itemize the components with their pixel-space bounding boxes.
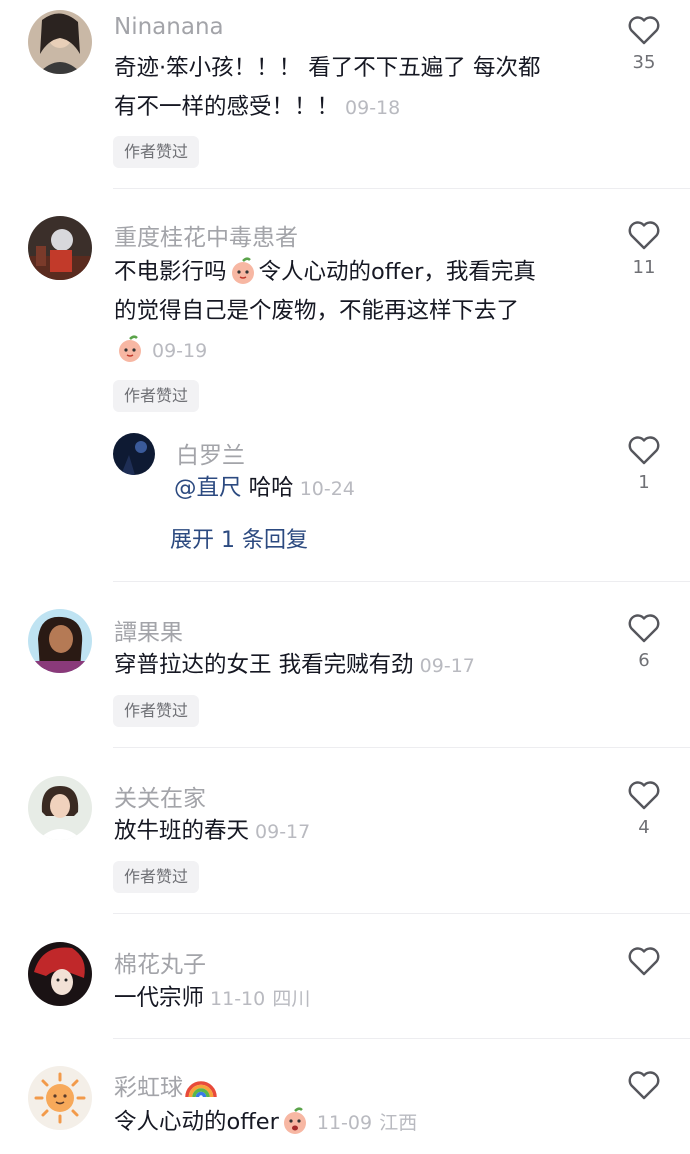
mention-link[interactable]: @直尺: [174, 475, 242, 501]
reply-username[interactable]: 白罗兰: [176, 436, 245, 470]
author-liked-badge: 作者赞过: [113, 380, 200, 412]
rainbow-emoji: [185, 1069, 217, 1099]
comment-text: 奇迹·笨小孩！！！ 看了不下五遍了 每次都: [114, 55, 541, 81]
heart-outline-icon: [628, 947, 660, 976]
username[interactable]: 彩虹球: [114, 1068, 219, 1102]
expand-replies-link[interactable]: 展开 1 条回复: [170, 522, 308, 554]
comment-text: 放牛班的春天 09-17: [114, 818, 311, 844]
like-count: 11: [632, 257, 656, 278]
comment-text: 09-19: [114, 330, 207, 371]
like-button[interactable]: [616, 945, 672, 977]
avatar[interactable]: [28, 1066, 92, 1130]
comment-text: 一代宗师 11-10 四川: [114, 985, 311, 1011]
heart-outline-icon: [628, 16, 660, 45]
comment-text: 不电影行吗 令人心动的offer，我看完真: [114, 257, 536, 285]
peach-face-emoji: [116, 335, 144, 363]
author-liked-badge: 作者赞过: [113, 695, 200, 727]
username[interactable]: Ninanana: [114, 14, 224, 40]
comment-date: 09-19: [152, 340, 208, 362]
heart-outline-icon: [628, 781, 660, 810]
comment-date: 09-17: [255, 821, 311, 843]
comment-location: 四川: [272, 988, 311, 1010]
like-count: 35: [632, 52, 656, 73]
peach-face-emoji: [281, 1107, 309, 1135]
author-liked-badge: 作者赞过: [113, 136, 200, 168]
comment-date: 11-09: [316, 1112, 373, 1134]
like-button[interactable]: 6: [616, 612, 672, 671]
avatar[interactable]: [28, 776, 92, 840]
comment-date: 11-10: [210, 988, 266, 1010]
divider: [113, 747, 690, 748]
peach-face-emoji: [229, 257, 257, 285]
heart-outline-icon: [628, 221, 660, 250]
avatar[interactable]: [28, 216, 92, 280]
like-button[interactable]: 1: [616, 434, 672, 493]
username[interactable]: 棉花丸子: [114, 945, 206, 979]
author-liked-badge: 作者赞过: [113, 861, 200, 893]
like-button[interactable]: 35: [616, 14, 672, 73]
comment-text: 穿普拉达的女王 我看完贼有劲 09-17: [114, 652, 475, 678]
username[interactable]: 譚果果: [114, 613, 183, 647]
comment-text: 的觉得自己是个废物，不能再这样下去了: [114, 298, 520, 324]
username[interactable]: 重度桂花中毒患者: [114, 218, 298, 252]
heart-outline-icon: [628, 436, 660, 465]
comment-text: 有不一样的感受！！！ 09-18: [114, 94, 401, 120]
like-button[interactable]: 11: [616, 219, 672, 278]
comment-date: 09-17: [419, 655, 475, 677]
comment-location: 江西: [379, 1112, 418, 1134]
avatar[interactable]: [28, 609, 92, 673]
divider: [113, 913, 690, 914]
reply-text: @直尺 哈哈 10-24: [174, 475, 355, 501]
comment-text: 令人心动的offer 11-09 江西: [114, 1107, 418, 1135]
divider: [113, 581, 690, 582]
username[interactable]: 关关在家: [114, 779, 206, 813]
avatar[interactable]: [28, 10, 92, 74]
like-button[interactable]: 4: [616, 779, 672, 838]
heart-outline-icon: [628, 1071, 660, 1100]
divider: [113, 188, 690, 189]
divider: [113, 1038, 690, 1039]
like-button[interactable]: [616, 1069, 672, 1101]
avatar[interactable]: [28, 942, 92, 1006]
like-count: 4: [638, 817, 650, 838]
reply-date: 10-24: [299, 478, 355, 500]
heart-outline-icon: [628, 614, 660, 643]
like-count: 6: [638, 650, 650, 671]
reply-avatar[interactable]: [113, 433, 155, 475]
like-count: 1: [638, 472, 650, 493]
comment-date: 09-18: [345, 97, 401, 119]
